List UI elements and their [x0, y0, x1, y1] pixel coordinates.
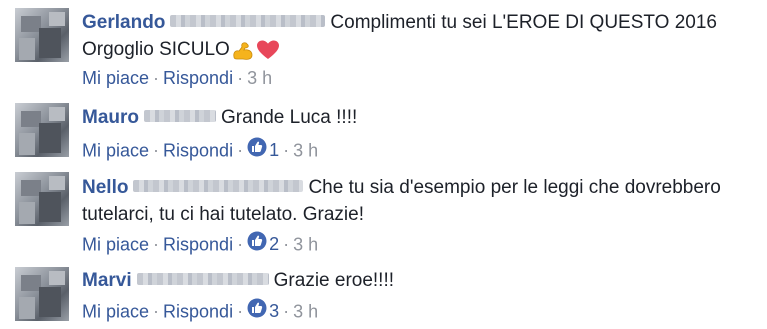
- timestamp[interactable]: 3 h: [293, 140, 318, 160]
- comment-body: Nello Che tu sia d'esempio per le leggi c…: [82, 174, 755, 202]
- separator: ·: [153, 68, 160, 88]
- thumbs-up-icon[interactable]: [247, 231, 267, 257]
- reply-link[interactable]: Rispondi: [163, 301, 233, 321]
- comment-body: Marvi Grazie eroe!!!!: [82, 267, 755, 295]
- like-count[interactable]: 3: [269, 301, 279, 321]
- separator: ·: [153, 301, 160, 322]
- comment-body: Gerlando Complimenti tu sei L'EROE DI QUE…: [82, 9, 755, 37]
- separator: ·: [237, 301, 244, 322]
- avatar[interactable]: [15, 267, 69, 321]
- commenter-name[interactable]: Mauro: [82, 107, 139, 128]
- avatar[interactable]: [15, 103, 69, 157]
- red-heart-icon: [256, 39, 280, 61]
- comment-text: tutelarci, tu ci hai tutelato. Grazie!: [82, 204, 364, 225]
- avatar[interactable]: [15, 172, 69, 226]
- separator: ·: [237, 140, 244, 161]
- like-link[interactable]: Mi piace: [82, 301, 149, 321]
- comment-text: Grande Luca !!!!: [221, 107, 358, 128]
- commenter-name[interactable]: Nello: [82, 177, 128, 198]
- comment-actions: Mi piace · Rispondi · 3 h: [82, 66, 272, 90]
- commenter-name[interactable]: Marvi: [82, 270, 132, 291]
- timestamp[interactable]: 3 h: [247, 68, 272, 88]
- redacted-surname: [136, 273, 269, 286]
- comment-actions: Mi piace · Rispondi · 3 · 3 h: [82, 298, 318, 327]
- redacted-surname: [133, 180, 304, 193]
- separator: ·: [283, 301, 290, 322]
- flexed-biceps-icon: [231, 39, 255, 61]
- redacted-surname: [170, 15, 326, 28]
- separator: ·: [237, 234, 244, 255]
- timestamp[interactable]: 3 h: [293, 301, 318, 321]
- separator: ·: [153, 140, 160, 161]
- redacted-surname: [144, 110, 216, 123]
- like-link[interactable]: Mi piace: [82, 234, 149, 254]
- comment-actions: Mi piace · Rispondi · 1 · 3 h: [82, 137, 318, 166]
- avatar[interactable]: [15, 8, 69, 62]
- like-count[interactable]: 2: [269, 234, 279, 254]
- thumbs-up-icon[interactable]: [247, 298, 267, 324]
- timestamp[interactable]: 3 h: [293, 234, 318, 254]
- comment-text: Orgoglio SICULO: [82, 39, 230, 60]
- reply-link[interactable]: Rispondi: [163, 140, 233, 160]
- commenter-name[interactable]: Gerlando: [82, 12, 165, 33]
- comment-actions: Mi piace · Rispondi · 2 · 3 h: [82, 231, 318, 260]
- like-link[interactable]: Mi piace: [82, 140, 149, 160]
- separator: ·: [153, 234, 160, 255]
- comment-body: Mauro Grande Luca !!!!: [82, 104, 755, 132]
- thumbs-up-icon[interactable]: [247, 137, 267, 163]
- comment-body-line2: tutelarci, tu ci hai tutelato. Grazie!: [82, 201, 755, 229]
- like-count[interactable]: 1: [269, 140, 279, 160]
- comment-text: Grazie eroe!!!!: [273, 270, 395, 291]
- comment-text: Che tu sia d'esempio per le leggi che do…: [308, 177, 721, 198]
- comment-body-line2: Orgoglio SICULO: [82, 36, 755, 64]
- comment-text: Complimenti tu sei L'EROE DI QUESTO 2016: [330, 12, 717, 33]
- separator: ·: [283, 140, 290, 161]
- reply-link[interactable]: Rispondi: [163, 68, 233, 88]
- like-link[interactable]: Mi piace: [82, 68, 149, 88]
- reply-link[interactable]: Rispondi: [163, 234, 233, 254]
- separator: ·: [237, 68, 244, 88]
- separator: ·: [283, 234, 290, 255]
